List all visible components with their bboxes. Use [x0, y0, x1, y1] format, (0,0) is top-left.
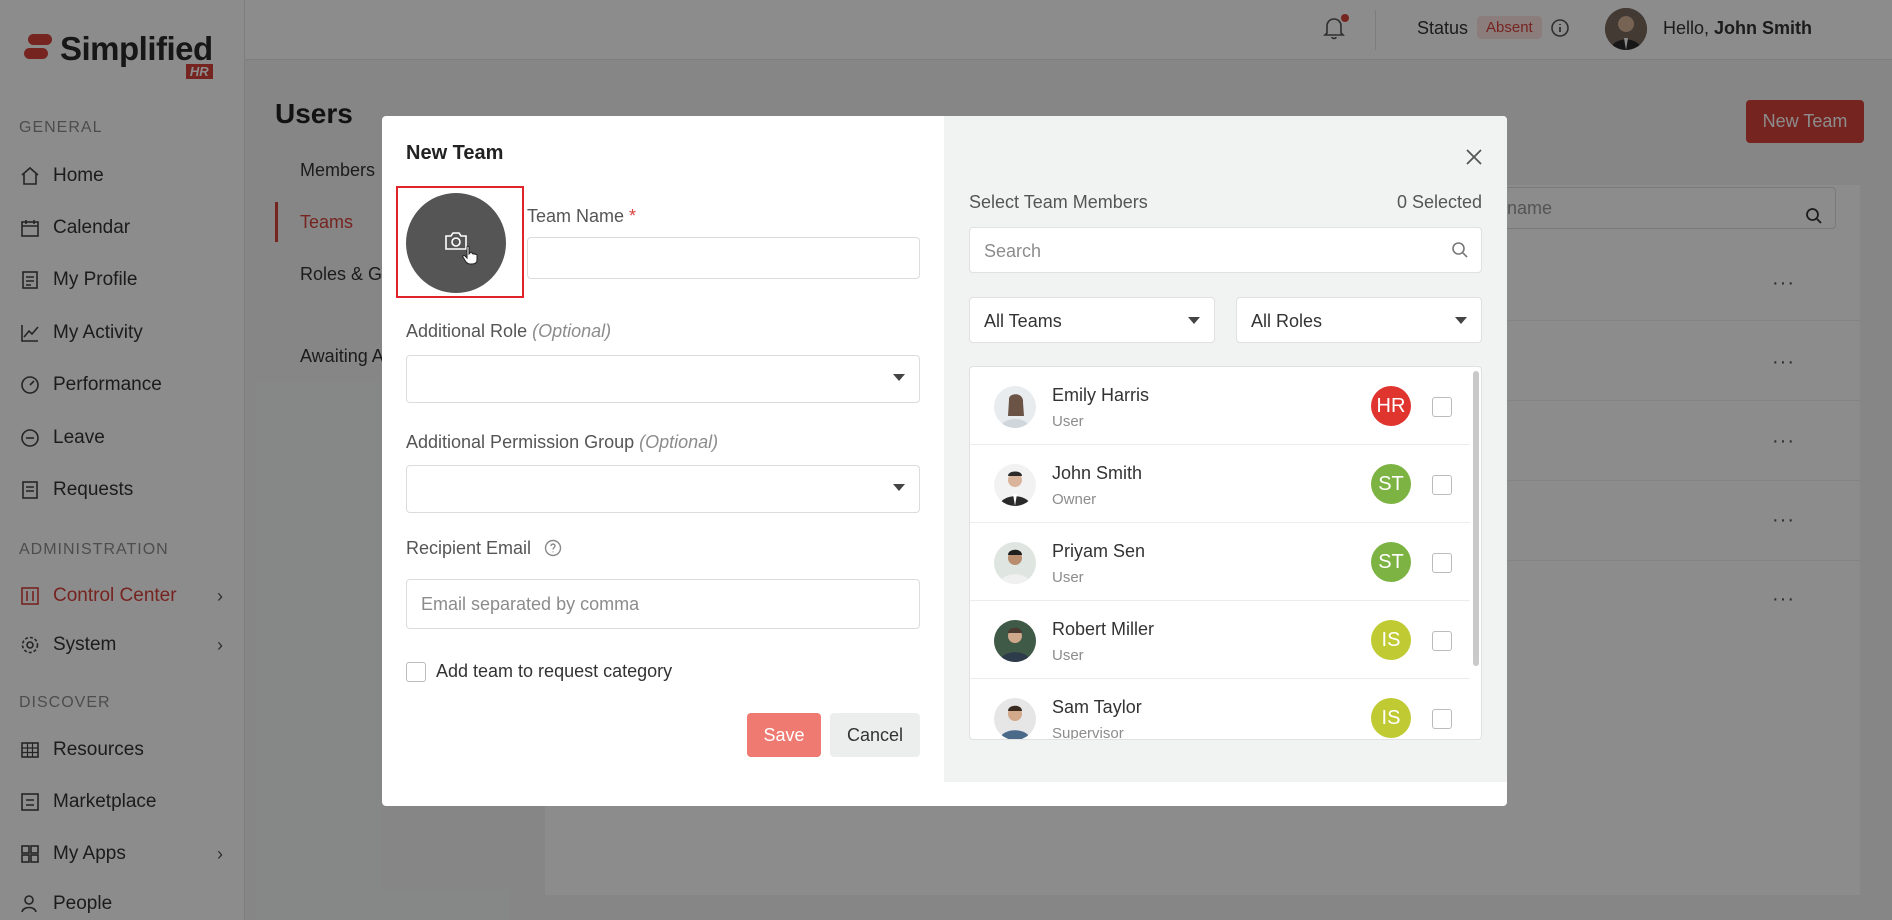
label-text: Additional Permission Group	[406, 432, 635, 452]
member-role: Owner	[1052, 491, 1097, 508]
member-role: User	[1052, 569, 1084, 586]
teams-filter-select[interactable]: All Teams	[969, 297, 1215, 343]
member-name: Sam Taylor	[1052, 697, 1142, 717]
member-name: John Smith	[1052, 463, 1143, 483]
members-panel: Select Team Members 0 Selected Search Al…	[944, 116, 1507, 782]
team-badge: HR	[1371, 386, 1411, 426]
member-role: User	[1052, 413, 1084, 430]
roles-filter-select[interactable]: All Roles	[1236, 297, 1482, 343]
member-name: Priyam Sen	[1052, 541, 1146, 561]
avatar	[994, 698, 1036, 739]
team-form: New Team Team Name * Additional Role (Op…	[382, 116, 944, 806]
teams-filter-value: All Teams	[984, 311, 1062, 331]
member-role: Supervisor	[1052, 725, 1124, 740]
modal-title: New Team	[406, 142, 504, 164]
members-panel-title: Select Team Members	[969, 192, 1148, 212]
required-mark: *	[629, 206, 637, 226]
member-search-input[interactable]: Search	[969, 227, 1482, 273]
additional-role-label: Additional Role (Optional)	[406, 321, 611, 342]
new-team-modal: New Team Team Name * Additional Role (Op…	[382, 116, 1507, 806]
avatar	[994, 386, 1036, 428]
roles-filter-value: All Roles	[1251, 311, 1323, 331]
list-item[interactable]: John Smith Owner ST	[970, 445, 1470, 523]
member-role: User	[1052, 647, 1084, 664]
chevron-down-icon	[1188, 317, 1200, 324]
label-text: Additional Role	[406, 321, 528, 341]
search-placeholder: Search	[984, 241, 1042, 261]
member-checkbox[interactable]	[1432, 553, 1452, 573]
label-text: Recipient Email	[406, 538, 532, 558]
help-icon[interactable]	[544, 539, 562, 562]
list-item[interactable]: Emily Harris User HR	[970, 367, 1470, 445]
avatar	[994, 464, 1036, 506]
recipient-email-input[interactable]: Email separated by comma	[406, 579, 920, 629]
save-button[interactable]: Save	[747, 713, 821, 757]
recipient-email-label: Recipient Email	[406, 538, 562, 562]
avatar	[994, 542, 1036, 584]
team-badge: ST	[1371, 542, 1411, 582]
list-item[interactable]: Priyam Sen User ST	[970, 523, 1470, 601]
search-icon	[1451, 241, 1469, 264]
list-item[interactable]: Robert Miller User IS	[970, 601, 1470, 679]
additional-permission-label: Additional Permission Group (Optional)	[406, 432, 718, 453]
selected-count: 0 Selected	[1396, 192, 1482, 212]
member-checkbox[interactable]	[1432, 475, 1452, 495]
add-team-checkbox[interactable]	[406, 662, 426, 682]
member-checkbox[interactable]	[1432, 397, 1452, 417]
close-icon[interactable]	[1465, 142, 1483, 173]
email-placeholder: Email separated by comma	[421, 594, 640, 614]
team-name-input[interactable]	[527, 237, 920, 279]
member-checkbox[interactable]	[1432, 631, 1452, 651]
team-photo-upload[interactable]	[406, 193, 506, 293]
avatar	[994, 620, 1036, 662]
team-badge: IS	[1371, 698, 1411, 738]
member-list-scrollbar[interactable]	[1473, 371, 1479, 666]
list-item[interactable]: Sam Taylor Supervisor IS	[970, 679, 1470, 740]
member-checkbox[interactable]	[1432, 709, 1452, 729]
add-team-checkbox-label[interactable]: Add team to request category	[436, 661, 672, 682]
optional-text: (Optional)	[532, 321, 612, 341]
cancel-button[interactable]: Cancel	[830, 713, 920, 757]
member-name: Robert Miller	[1052, 619, 1155, 639]
chevron-down-icon	[1455, 317, 1467, 324]
team-name-label: Team Name *	[527, 206, 636, 227]
team-badge: ST	[1371, 464, 1411, 504]
team-badge: IS	[1371, 620, 1411, 660]
chevron-down-icon	[893, 484, 905, 491]
optional-text: (Optional)	[639, 432, 719, 452]
additional-role-select[interactable]	[406, 355, 920, 403]
member-name: Emily Harris	[1052, 385, 1149, 405]
member-list: Emily Harris User HR John Smith Owner ST…	[969, 366, 1482, 740]
additional-permission-select[interactable]	[406, 465, 920, 513]
pointer-cursor-icon	[462, 245, 478, 270]
label-text: Team Name	[527, 206, 625, 226]
chevron-down-icon	[893, 374, 905, 381]
